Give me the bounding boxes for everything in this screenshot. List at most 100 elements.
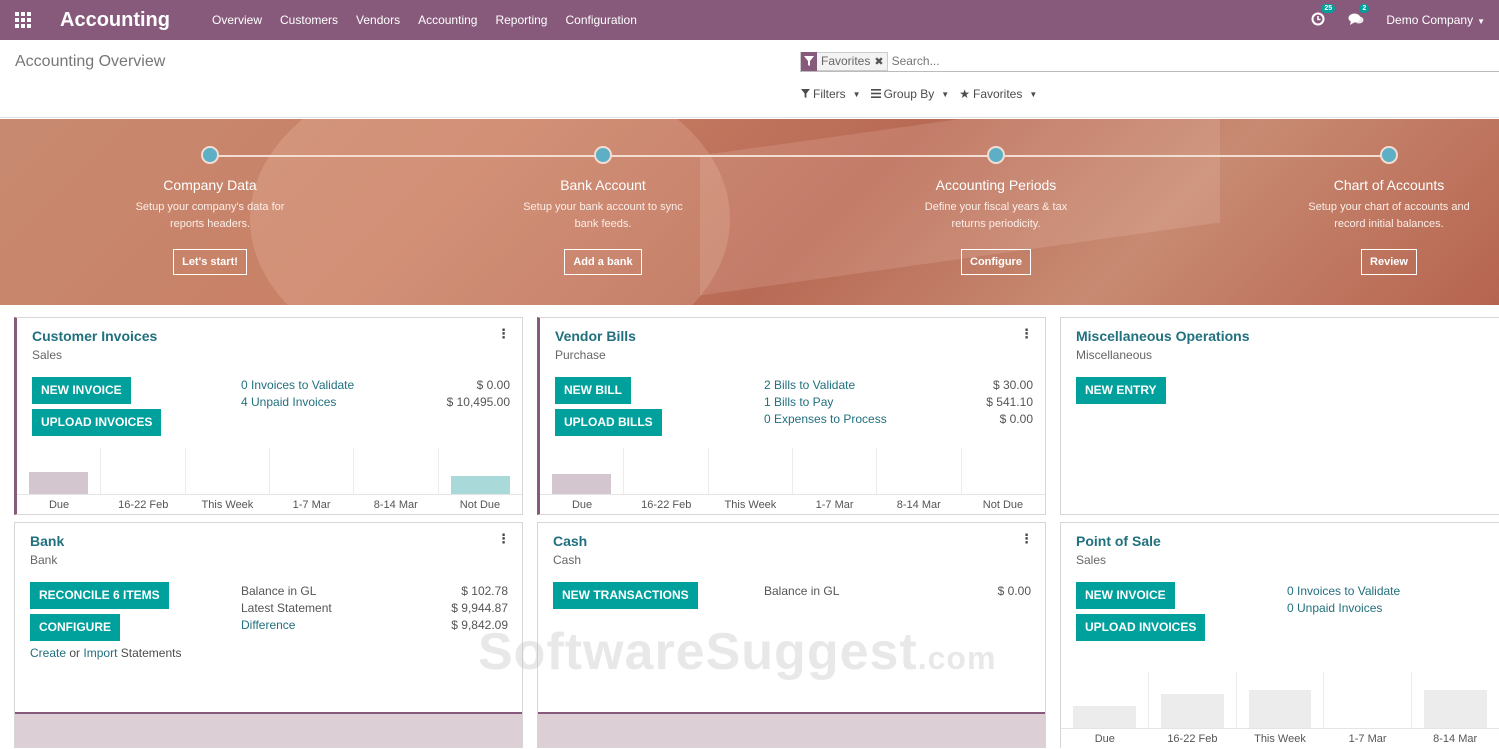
menu-customers[interactable]: Customers xyxy=(280,13,338,27)
statements-text: Statements xyxy=(120,646,182,660)
chart-bar[interactable] xyxy=(1424,690,1487,728)
card-menu-kebab-icon[interactable]: ⋮ xyxy=(497,326,510,342)
chart-tick-label: 1-7 Mar xyxy=(1348,733,1387,745)
new-entry-button[interactable]: NEW ENTRY xyxy=(1076,377,1166,404)
journal-title[interactable]: Cash xyxy=(553,533,587,549)
journal-type: Miscellaneous xyxy=(1076,348,1153,362)
journal-title[interactable]: Vendor Bills xyxy=(555,328,636,344)
expenses-to-process-link[interactable]: 0 Expenses to Process xyxy=(764,412,887,426)
stat-value: $ 9,944.87 xyxy=(451,601,508,615)
groupby-dropdown[interactable]: Group By ▼ xyxy=(870,87,949,101)
messages-chat-icon[interactable]: 2 xyxy=(1348,3,1370,29)
upload-bills-button[interactable]: UPLOAD BILLS xyxy=(555,409,662,436)
lets-start-button[interactable]: Let's start! xyxy=(173,249,247,275)
stat-value: $ 102.78 xyxy=(461,584,508,598)
upload-invoices-button[interactable]: UPLOAD INVOICES xyxy=(32,409,162,436)
step-accounting-periods: Accounting Periods Define your fiscal ye… xyxy=(886,146,1106,275)
menu-accounting[interactable]: Accounting xyxy=(418,13,477,27)
card-menu-kebab-icon[interactable]: ⋮ xyxy=(1020,531,1033,547)
journal-type: Sales xyxy=(1076,553,1107,567)
bills-to-validate-link[interactable]: 2 Bills to Validate xyxy=(764,378,855,392)
menu-overview[interactable]: Overview xyxy=(212,13,262,27)
journal-title[interactable]: Bank xyxy=(30,533,64,549)
chart-bar[interactable] xyxy=(1248,690,1312,728)
menu-vendors[interactable]: Vendors xyxy=(356,13,400,27)
company-switcher[interactable]: Demo Company ▼ xyxy=(1386,13,1485,27)
reconcile-items-button[interactable]: RECONCILE 6 ITEMS xyxy=(30,582,169,609)
stat-row: 0 Invoices to Validate xyxy=(1287,584,1485,600)
new-transactions-button[interactable]: NEW TRANSACTIONS xyxy=(553,582,698,609)
invoices-to-validate-link[interactable]: 0 Invoices to Validate xyxy=(1287,584,1400,598)
stat-row: 0 Invoices to Validate $ 0.00 xyxy=(241,378,510,394)
filters-label: Filters xyxy=(813,87,846,101)
search-facet[interactable]: Favorites ✖ xyxy=(800,51,888,71)
activity-count-badge: 25 xyxy=(1321,3,1336,13)
unpaid-invoices-link[interactable]: 0 Unpaid Invoices xyxy=(1287,601,1382,615)
favorites-dropdown[interactable]: ★ Favorites ▼ xyxy=(959,87,1037,101)
review-button[interactable]: Review xyxy=(1361,249,1417,275)
chart-tick-label: 8-14 Mar xyxy=(373,499,418,511)
chart-tick-label: Not Due xyxy=(982,499,1024,511)
search-input[interactable] xyxy=(891,54,1292,68)
stat-row: 0 Expenses to Process $ 0.00 xyxy=(764,412,1033,428)
apps-menu-icon[interactable] xyxy=(0,0,46,40)
chart-bar[interactable] xyxy=(29,472,89,494)
chart-tick-label: 16-22 Feb xyxy=(641,499,692,511)
balance-line-graph xyxy=(15,712,522,748)
new-bill-button[interactable]: NEW BILL xyxy=(555,377,631,404)
bills-to-pay-link[interactable]: 1 Bills to Pay xyxy=(764,395,833,409)
invoices-to-validate-link[interactable]: 0 Invoices to Validate xyxy=(241,378,354,392)
stat-value: $ 9,842.09 xyxy=(451,618,508,632)
create-statement-link[interactable]: Create xyxy=(30,646,66,660)
caret-down-icon: ▼ xyxy=(1029,89,1038,99)
step-title: Accounting Periods xyxy=(935,177,1057,193)
favorites-label: Favorites xyxy=(972,87,1023,101)
add-bank-button[interactable]: Add a bank xyxy=(564,249,642,275)
step-dot xyxy=(1380,146,1398,164)
chart-bar[interactable] xyxy=(450,476,510,494)
journal-title[interactable]: Customer Invoices xyxy=(32,328,157,344)
new-invoice-button[interactable]: NEW INVOICE xyxy=(32,377,131,404)
journal-type: Bank xyxy=(30,553,58,567)
balance-line-graph xyxy=(538,712,1045,748)
configure-periods-button[interactable]: Configure xyxy=(961,249,1031,275)
step-description: Setup your company's data for reports he… xyxy=(135,201,285,230)
groupby-label: Group By xyxy=(883,87,935,101)
step-title: Chart of Accounts xyxy=(1333,177,1445,193)
app-name[interactable]: Accounting xyxy=(60,9,170,32)
chart-tick-label: Due xyxy=(48,499,70,511)
journal-card-bank: Bank Bank ⋮ RECONCILE 6 ITEMS CONFIGURE … xyxy=(14,522,523,748)
menu-reporting[interactable]: Reporting xyxy=(495,13,547,27)
chart-tick-label: 8-14 Mar xyxy=(1433,733,1478,745)
chart-bar[interactable] xyxy=(552,474,612,494)
stat-value: $ 0.00 xyxy=(999,412,1033,426)
stat-row: Balance in GL $ 102.78 xyxy=(241,584,508,600)
menu-configuration[interactable]: Configuration xyxy=(565,13,636,27)
card-menu-kebab-icon[interactable]: ⋮ xyxy=(497,531,510,547)
remove-facet-icon[interactable]: ✖ xyxy=(874,55,886,68)
journal-title[interactable]: Point of Sale xyxy=(1076,533,1161,549)
facet-label: Favorites xyxy=(821,54,871,68)
statements-actions: Create or Import Statements xyxy=(30,646,181,660)
journal-type: Sales xyxy=(32,348,63,362)
stat-value: $ 541.10 xyxy=(986,395,1033,409)
chart-bar[interactable] xyxy=(1073,706,1136,728)
control-panel: Accounting Overview Favorites ✖ Filters ▼… xyxy=(0,40,1499,118)
difference-link[interactable]: Difference xyxy=(241,618,295,632)
stat-row: 0 Unpaid Invoices xyxy=(1287,601,1485,617)
step-title: Bank Account xyxy=(560,177,646,193)
journal-title[interactable]: Miscellaneous Operations xyxy=(1076,328,1250,344)
aging-bar-chart: Due 16-22 Feb This Week 1-7 Mar 8-14 Mar… xyxy=(17,448,522,514)
card-menu-kebab-icon[interactable]: ⋮ xyxy=(1020,326,1033,342)
import-statement-link[interactable]: Import xyxy=(83,646,117,660)
filters-dropdown[interactable]: Filters ▼ xyxy=(801,87,861,101)
chart-bar[interactable] xyxy=(1160,694,1224,728)
activity-clock-icon[interactable]: 25 xyxy=(1310,3,1336,29)
upload-invoices-button[interactable]: UPLOAD INVOICES xyxy=(1076,614,1206,641)
onboarding-banner: Company Data Setup your company's data f… xyxy=(0,119,1499,305)
step-dot xyxy=(201,146,219,164)
search-bar[interactable]: Favorites ✖ xyxy=(800,51,1499,72)
configure-bank-button[interactable]: CONFIGURE xyxy=(30,614,120,641)
new-invoice-button[interactable]: NEW INVOICE xyxy=(1076,582,1175,609)
unpaid-invoices-link[interactable]: 4 Unpaid Invoices xyxy=(241,395,336,409)
